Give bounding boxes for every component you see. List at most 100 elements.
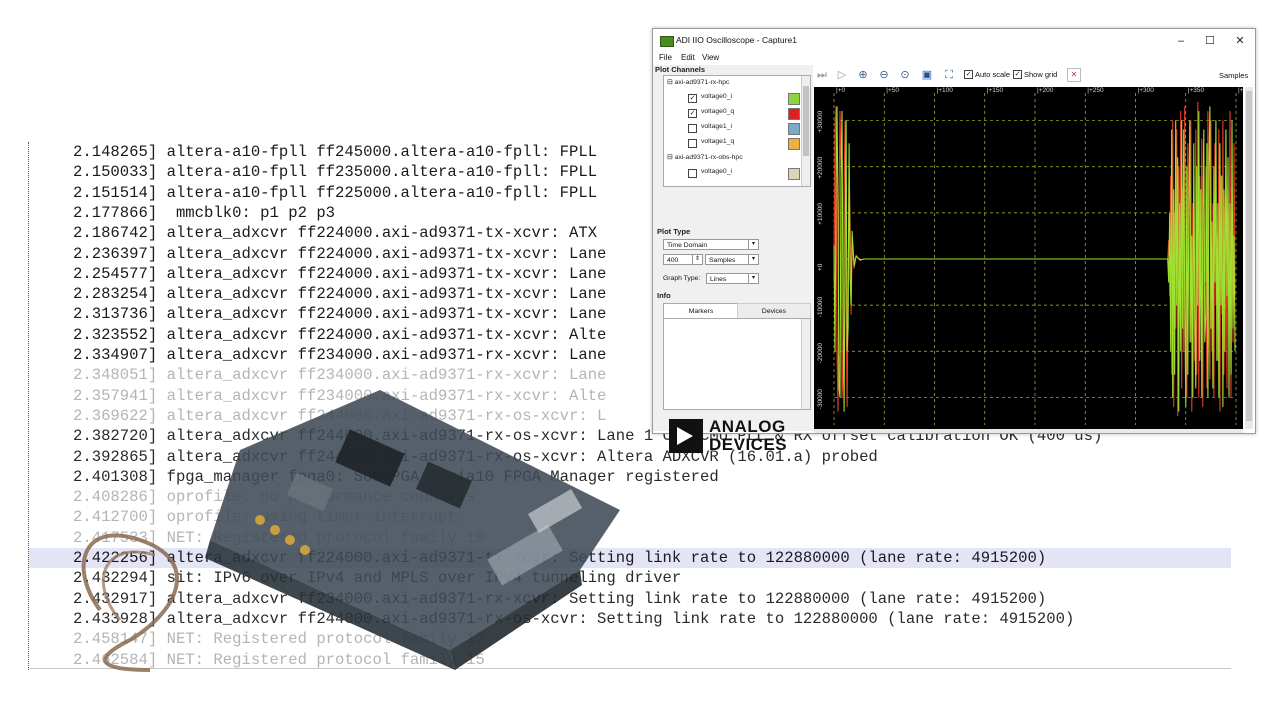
y-tick-label: -20000 — [817, 343, 824, 364]
log-timestamp: 2.148265] — [73, 143, 158, 161]
tree-device[interactable]: ⊟ axi-ad9371-rx-obs-hpc — [667, 153, 743, 161]
show-grid-checkbox[interactable]: ✓ — [1013, 70, 1022, 79]
y-tick-label: +0 — [817, 263, 824, 271]
channel-label: voltage1_i — [701, 123, 732, 130]
chevron-down-icon: ▾ — [748, 240, 758, 249]
device-name: axi-ad9371-rx-hpc — [674, 79, 730, 86]
info-panel — [663, 318, 811, 410]
channel-checkbox[interactable] — [688, 124, 697, 133]
samples-unit-value: Samples — [709, 257, 736, 264]
time-domain-plot[interactable]: |+0 |+50 |+100 |+150 |+200 |+250 |+300 |+350 |+4… — [814, 87, 1243, 429]
channel-checkbox[interactable]: ✓ — [688, 94, 697, 103]
graph-type-select[interactable]: Lines ▾ — [706, 273, 759, 284]
channel-item[interactable]: voltage1_q — [688, 138, 808, 150]
scrollbar-thumb[interactable] — [1246, 91, 1252, 421]
log-timestamp: 2.323552] — [73, 325, 158, 344]
step-icon[interactable]: ⏭ — [815, 68, 829, 82]
x-tick-label: |+300 — [1138, 87, 1155, 94]
channel-label: voltage1_q — [701, 138, 735, 145]
show-grid-label: Show grid — [1024, 70, 1058, 79]
log-timestamp: 2.186742] — [73, 224, 158, 243]
device-name: axi-ad9371-rx-obs-hpc — [674, 154, 743, 161]
adi-logo-mark — [669, 419, 703, 453]
menu-file[interactable]: File — [659, 53, 672, 62]
channel-checkbox[interactable] — [688, 139, 697, 148]
channel-label: voltage0_i — [701, 168, 732, 175]
menu-edit[interactable]: Edit — [681, 53, 695, 62]
channel-item[interactable]: ✓ voltage0_q — [688, 108, 808, 120]
channel-item[interactable]: voltage0_i — [688, 168, 808, 180]
info-tabs: Markers Devices — [663, 303, 811, 320]
auto-scale-checkbox[interactable]: ✓ — [964, 70, 973, 79]
channel-color-swatch[interactable] — [788, 123, 800, 135]
zoom-fit-icon[interactable]: ⊙ — [898, 68, 912, 82]
log-timestamp: 2.177866] — [73, 203, 158, 222]
log-message: altera_adxcvr ff224000.axi-ad9371-tx-xcv… — [166, 305, 607, 324]
log-message: altera-a10-fpll ff225000.altera-a10-fpll… — [166, 183, 598, 202]
scrollbar-thumb[interactable] — [803, 86, 809, 156]
zoom-out-icon[interactable]: ⊖ — [877, 68, 891, 82]
fullscreen-icon[interactable]: ⛶ — [942, 68, 956, 82]
channel-item[interactable]: voltage1_i — [688, 123, 808, 135]
plot-horizontal-scrollbar[interactable] — [814, 429, 1243, 433]
collapse-icon[interactable]: ⊟ — [667, 79, 675, 86]
log-timestamp: 2.283254] — [73, 285, 158, 304]
settings-panel: Plot Channels ⊟ axi-ad9371-rx-hpc ✓ voltag… — [653, 65, 813, 454]
x-tick-label: |+400 — [1238, 87, 1243, 94]
log-message: altera_adxcvr ff224000.axi-ad9371-tx-xcv… — [166, 325, 607, 344]
info-scrollbar[interactable] — [801, 319, 810, 409]
channel-tree-scrollbar[interactable] — [801, 76, 810, 186]
channel-checkbox[interactable]: ✓ — [688, 109, 697, 118]
close-plot-icon[interactable]: ✕ — [1067, 68, 1081, 82]
log-message: altera_adxcvr ff224000.axi-ad9371-tx-xcv… — [166, 264, 607, 283]
logo-text-line1: ANALOG — [709, 417, 786, 436]
channel-color-swatch[interactable] — [788, 93, 800, 105]
zoom-in-icon[interactable]: ⊕ — [856, 68, 870, 82]
channel-checkbox[interactable] — [688, 169, 697, 178]
channel-color-swatch[interactable] — [788, 168, 800, 180]
log-message: altera_adxcvr ff234000.axi-ad9371-rx-xcv… — [166, 346, 607, 364]
plot-type-select[interactable]: Time Domain ▾ — [663, 239, 759, 250]
spin-arrows-icon: ⇕ — [692, 255, 702, 264]
plot-vertical-scrollbar[interactable] — [1245, 87, 1253, 429]
y-tick-label: -30000 — [817, 389, 824, 410]
log-timestamp: 2.313736] — [73, 305, 158, 324]
save-icon[interactable]: ▣ — [920, 68, 934, 82]
plot-canvas: |+0 |+50 |+100 |+150 |+200 |+250 |+300 |+350 |+4… — [817, 87, 1243, 425]
channel-label: voltage0_i — [701, 93, 732, 100]
channel-item[interactable]: ✓ voltage0_i — [688, 93, 808, 105]
log-message: altera_adxcvr ff224000.axi-ad9371-tx-xcv… — [166, 285, 607, 304]
samples-unit-select[interactable]: Samples ▾ — [705, 254, 759, 265]
collapse-icon[interactable]: ⊟ — [667, 154, 675, 161]
log-message: altera_adxcvr ff224000.axi-ad9371-tx-xcv… — [166, 244, 607, 263]
log-message: mmcblk0: p1 p2 p3 — [166, 203, 336, 222]
log-timestamp: 2.236397] — [73, 244, 158, 263]
y-tick-label: +30000 — [817, 110, 824, 132]
graph-type-value: Lines — [710, 276, 727, 283]
tab-markers[interactable]: Markers — [663, 303, 739, 319]
maximize-button[interactable]: ☐ — [1196, 31, 1224, 51]
analog-devices-logo: ANALOG DEVICES — [669, 417, 799, 457]
menu-view[interactable]: View — [702, 53, 719, 62]
board-photo — [81, 390, 620, 672]
y-tick-label: +20000 — [817, 157, 824, 179]
close-button[interactable]: ✕ — [1226, 31, 1254, 51]
app-icon — [660, 36, 674, 47]
tree-device[interactable]: ⊟ axi-ad9371-rx-hpc — [667, 78, 729, 86]
play-icon[interactable]: ▷ — [835, 68, 849, 82]
channel-label: voltage0_q — [701, 108, 735, 115]
x-tick-label: |+0 — [836, 87, 845, 94]
samples-spinbox[interactable]: 400 ⇕ — [663, 254, 703, 265]
title-bar[interactable]: ADI IIO Oscilloscope - Capture1 – ☐ ✕ — [653, 29, 1255, 53]
log-message: altera_adxcvr ff224000.axi-ad9371-tx-xcv… — [166, 224, 598, 243]
plot-type-label: Plot Type — [657, 227, 691, 236]
x-tick-label: |+250 — [1087, 87, 1104, 94]
channel-color-swatch[interactable] — [788, 108, 800, 120]
samples-value: 400 — [667, 257, 679, 264]
minimize-button[interactable]: – — [1167, 31, 1195, 51]
channel-color-swatch[interactable] — [788, 138, 800, 150]
plot-type-value: Time Domain — [667, 242, 708, 249]
x-tick-label: |+350 — [1188, 87, 1205, 94]
plot-channels-label: Plot Channels — [655, 65, 706, 74]
x-tick-label: |+50 — [886, 87, 899, 94]
